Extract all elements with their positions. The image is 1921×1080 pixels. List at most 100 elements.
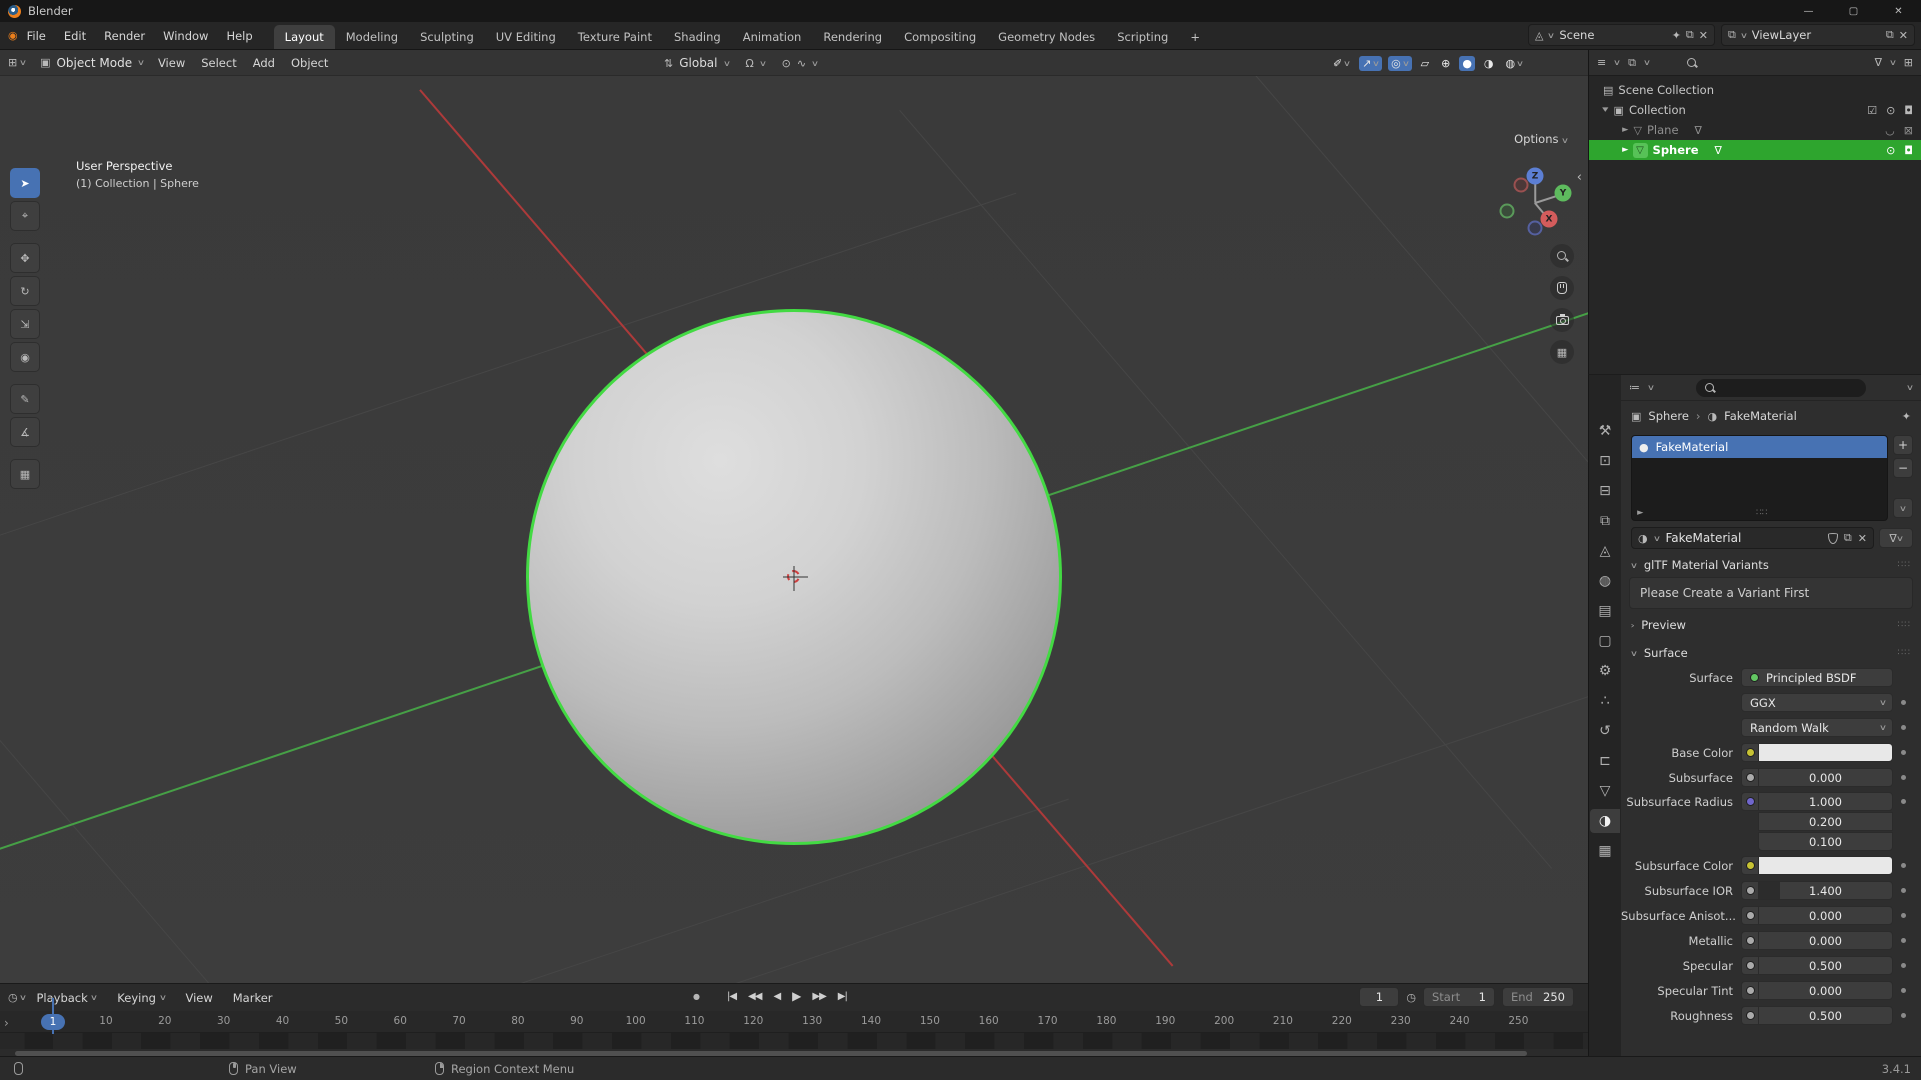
tab-sculpting[interactable]: Sculpting xyxy=(409,25,485,49)
menu-view[interactable]: View xyxy=(150,50,193,75)
camera-restrict-icon[interactable]: ◘ xyxy=(1904,144,1913,157)
tab-scene[interactable]: ◬ xyxy=(1590,539,1620,563)
subsurface-color-swatch[interactable] xyxy=(1741,856,1893,875)
start-frame-field[interactable]: Start 1 xyxy=(1423,987,1495,1007)
animate-dot[interactable] xyxy=(1893,938,1913,943)
current-frame-field[interactable]: 1 xyxy=(1359,987,1399,1007)
eye-closed-icon[interactable]: ◡ xyxy=(1885,124,1895,137)
previous-keyframe-button[interactable]: ◀◀ xyxy=(745,989,764,1004)
subsurface-radius-z[interactable]: 0.100 xyxy=(1741,832,1893,851)
material-slot-list[interactable]: ● FakeMaterial ▸ ∷∷ xyxy=(1631,435,1888,521)
camera-view-button[interactable] xyxy=(1550,308,1574,332)
surface-panel-header[interactable]: ∨ Surface ∷∷ xyxy=(1621,641,1921,665)
menu-file[interactable]: File xyxy=(18,22,55,49)
new-viewlayer-icon[interactable]: ⧉ xyxy=(1886,28,1894,42)
remove-viewlayer-icon[interactable]: ✕ xyxy=(1899,29,1908,42)
scene-selector[interactable]: ◬ ∨ Scene ✦ ⧉ ✕ xyxy=(1528,24,1715,46)
tab-compositing[interactable]: Compositing xyxy=(893,25,987,49)
shading-solid-button[interactable]: ● xyxy=(1459,56,1475,71)
xray-toggle[interactable]: ▱ xyxy=(1418,56,1432,71)
add-slot-button[interactable]: + xyxy=(1893,435,1913,455)
ortho-toggle-button[interactable]: ▦ xyxy=(1550,340,1574,364)
material-nodes-button[interactable]: ∇ ∨ xyxy=(1879,528,1913,548)
animate-dot[interactable] xyxy=(1893,792,1913,804)
tab-modeling[interactable]: Modeling xyxy=(335,25,409,49)
subsurface-radius-x[interactable]: 1.000 xyxy=(1741,792,1893,811)
drag-grip-icon[interactable]: ∷∷ xyxy=(1898,560,1911,570)
jump-to-end-button[interactable]: ▶| xyxy=(835,989,850,1004)
tab-uv-editing[interactable]: UV Editing xyxy=(485,25,567,49)
sidebar-collapse-arrow[interactable]: ‹ xyxy=(1577,170,1582,185)
scale-tool[interactable]: ⇲ xyxy=(10,309,40,339)
browse-material-icon[interactable]: ◑ xyxy=(1638,532,1648,545)
rotate-tool[interactable]: ↻ xyxy=(10,276,40,306)
object-visibility-dropdown[interactable]: ✐ ∨ xyxy=(1330,56,1353,71)
material-name-field[interactable]: ◑ ∨ FakeMaterial ⧉ ✕ xyxy=(1631,527,1874,549)
mode-dropdown[interactable]: ▣ Object Mode ∨ xyxy=(34,56,150,70)
gizmo-axis-neg-z[interactable] xyxy=(1528,221,1543,236)
animate-dot[interactable] xyxy=(1893,775,1913,780)
row-plane[interactable]: ▸ ▽ Plane ∇ ◡ ⊠ xyxy=(1589,120,1921,140)
specular-tint-field[interactable]: 0.000 xyxy=(1741,981,1893,1000)
subsurface-field[interactable]: 0.000 xyxy=(1741,768,1893,787)
camera-disabled-icon[interactable]: ⊠ xyxy=(1904,124,1913,137)
navigation-gizmo[interactable]: Z Y X xyxy=(1495,162,1575,242)
timeline-expand-arrow[interactable]: › xyxy=(4,1016,9,1030)
pin-icon[interactable]: ✦ xyxy=(1902,410,1911,423)
next-keyframe-button[interactable]: ▶▶ xyxy=(809,989,828,1004)
row-collection[interactable]: ▾ ▣ Collection ☑ ⊙ ◘ xyxy=(1589,100,1921,120)
tab-animation[interactable]: Animation xyxy=(732,25,813,49)
new-material-icon[interactable]: ⧉ xyxy=(1844,531,1852,545)
collapse-arrow-icon[interactable]: ▾ xyxy=(1602,105,1608,115)
shading-wireframe-button[interactable]: ⊕ xyxy=(1438,56,1453,71)
breadcrumb-object[interactable]: Sphere xyxy=(1648,409,1689,423)
tab-object[interactable]: ▢ xyxy=(1590,629,1620,653)
filter-icon[interactable]: ∇ xyxy=(1875,56,1882,69)
menu-window[interactable]: Window xyxy=(154,22,217,49)
tab-collection[interactable]: ▤ xyxy=(1590,599,1620,623)
shading-rendered-button[interactable]: ◍ ∨ xyxy=(1503,56,1526,71)
menu-render[interactable]: Render xyxy=(95,22,154,49)
tab-object-data[interactable]: ▽ xyxy=(1590,779,1620,803)
timeline-ruler[interactable]: 1 10203040506070809010011012013014015016… xyxy=(0,1011,1588,1033)
menu-object[interactable]: Object xyxy=(283,50,336,75)
tab-rendering[interactable]: Rendering xyxy=(812,25,893,49)
tab-output[interactable]: ⊟ xyxy=(1590,479,1620,503)
gizmo-axis-neg-y[interactable] xyxy=(1500,204,1515,219)
animate-dot[interactable] xyxy=(1893,988,1913,993)
auto-keyframe-clock-icon[interactable]: ◷ xyxy=(1406,991,1416,1004)
gltf-variants-panel-header[interactable]: ∨ glTF Material Variants ∷∷ xyxy=(1621,553,1921,577)
menu-add[interactable]: Add xyxy=(245,50,283,75)
tab-world[interactable]: ◍ xyxy=(1590,569,1620,593)
animate-dot[interactable] xyxy=(1893,1013,1913,1018)
remove-slot-button[interactable]: − xyxy=(1893,458,1913,478)
row-scene-collection[interactable]: ▤ Scene Collection xyxy=(1589,80,1921,100)
menu-edit[interactable]: Edit xyxy=(55,22,95,49)
breadcrumb-material[interactable]: FakeMaterial xyxy=(1724,409,1797,423)
tab-shading[interactable]: Shading xyxy=(663,25,732,49)
new-collection-button[interactable]: ⊞ xyxy=(1904,56,1913,69)
tab-material[interactable]: ◑ xyxy=(1590,809,1620,833)
subsurface-ior-field[interactable]: 1.400 xyxy=(1741,881,1893,900)
properties-editor-icon[interactable]: ≔ xyxy=(1629,381,1640,394)
slot-specials-button[interactable]: ∨ xyxy=(1893,498,1913,518)
gizmos-toggle[interactable]: ↗ ∨ xyxy=(1359,56,1382,71)
resize-grip[interactable]: ∷∷ xyxy=(1756,508,1767,518)
tab-texture[interactable]: ▦ xyxy=(1590,839,1620,863)
jump-to-start-button[interactable]: |◀ xyxy=(724,989,739,1004)
row-sphere[interactable]: ▸ ▽ Sphere ∇ ⊙ ◘ xyxy=(1589,140,1921,160)
add-workspace-button[interactable]: + xyxy=(1179,25,1211,49)
eye-icon[interactable]: ⊙ xyxy=(1886,104,1895,117)
subsurface-method-dropdown[interactable]: Random Walk ∨ xyxy=(1741,718,1893,737)
minimize-button[interactable]: — xyxy=(1786,0,1831,22)
menu-keying[interactable]: Keying ∨ xyxy=(108,984,174,1011)
expand-arrow-icon[interactable]: ▸ xyxy=(1622,145,1628,155)
roughness-field[interactable]: 0.500 xyxy=(1741,1006,1893,1025)
move-tool[interactable]: ✥ xyxy=(10,243,40,273)
menu-playback[interactable]: Playback ∨ xyxy=(27,984,106,1011)
tab-constraints[interactable]: ⊏ xyxy=(1590,749,1620,773)
gizmo-axis-y[interactable]: Y xyxy=(1555,185,1572,202)
new-scene-icon[interactable]: ⧉ xyxy=(1686,28,1694,42)
menu-help[interactable]: Help xyxy=(217,22,261,49)
expand-arrow-icon[interactable]: ▸ xyxy=(1622,125,1628,135)
